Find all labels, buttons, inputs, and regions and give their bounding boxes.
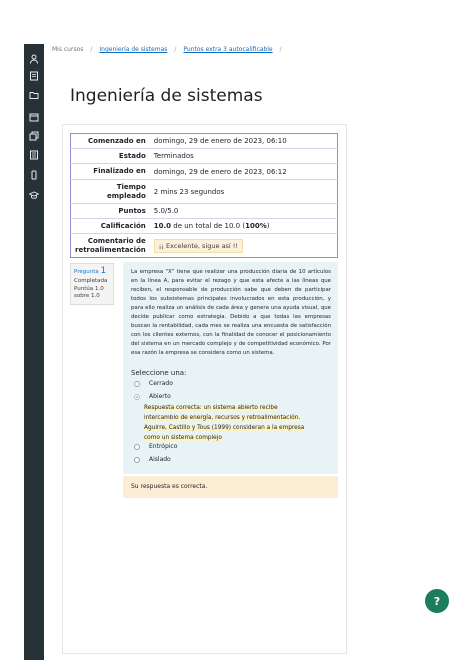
question-number: Pregunta 1 — [74, 267, 110, 277]
breadcrumb-home[interactable]: Mis cursos — [52, 46, 83, 53]
attempt-summary-table: Comenzado en domingo, 29 de enero de 202… — [70, 133, 338, 258]
grade-percent: 100% — [245, 222, 267, 230]
question-status: Completada — [74, 278, 108, 284]
breadcrumb-separator: / — [279, 46, 282, 53]
result-message: Su respuesta es correcta. — [123, 476, 338, 498]
summary-label: Estado — [70, 148, 150, 164]
question-score-line: Puntúa 1.0 — [74, 286, 104, 292]
question-text: La empresa “X” tiene que realizar una pr… — [131, 269, 331, 356]
user-graduate-icon[interactable] — [27, 52, 41, 66]
page-title: Ingeniería de sistemas — [70, 86, 263, 106]
radio-button[interactable] — [134, 456, 140, 463]
breadcrumb-separator: / — [174, 46, 177, 53]
feedback-box: ¡¡ Excelente, sigue así !! — [153, 238, 244, 253]
grade-text-end: ) — [266, 222, 270, 230]
summary-label-line: empleado — [107, 191, 146, 200]
summary-row-finished: Finalizado en domingo, 29 de enero de 20… — [70, 163, 338, 180]
folder-icon[interactable] — [27, 88, 41, 102]
grade-score: 10.0 — [153, 222, 172, 230]
answer-option-label: Entrópico — [149, 443, 178, 450]
summary-row-time: Tiempo empleado 2 mins 23 segundos — [70, 179, 338, 204]
left-sidebar — [24, 44, 44, 660]
answer-option-label: Cerrado — [149, 380, 173, 387]
radio-button[interactable] — [134, 380, 140, 387]
summary-value: ¡¡ Excelente, sigue así !! — [149, 233, 338, 258]
breadcrumb-course-link[interactable]: Ingeniería de sistemas — [99, 46, 167, 53]
summary-label: Calificación — [70, 218, 150, 234]
summary-label: Puntos — [70, 203, 150, 219]
answer-option[interactable]: Entrópico — [134, 443, 177, 450]
answer-option[interactable]: Aislado — [134, 456, 171, 463]
summary-row-grade: Calificación 10.0 de un total de 10.0 (1… — [70, 218, 338, 234]
summary-value: 10.0 de un total de 10.0 (100%) — [149, 218, 338, 234]
summary-row-started: Comenzado en domingo, 29 de enero de 202… — [71, 134, 338, 149]
breadcrumb-separator: / — [90, 46, 93, 53]
answer-option-label: Aislado — [149, 456, 171, 463]
breadcrumb: Mis cursos / Ingeniería de sistemas / Puntos… — [52, 46, 289, 53]
summary-label: Comenzado en — [88, 136, 146, 145]
select-one-prompt: Seleccione una: — [131, 369, 187, 377]
help-button[interactable]: ? — [425, 589, 449, 613]
grades-book-icon[interactable] — [27, 148, 41, 162]
mobile-icon[interactable] — [27, 168, 41, 182]
summary-row-state: Estado Terminados — [70, 148, 338, 164]
summary-label: Comentario de retroalimentación — [70, 233, 150, 258]
graduation-cap-icon[interactable] — [27, 188, 41, 202]
summary-value: 2 mins 23 segundos — [149, 179, 338, 204]
summary-row-feedback: Comentario de retroalimentación ¡¡ Excele… — [70, 233, 338, 258]
explanation-text: Respuesta correcta: un sistema abierto r… — [144, 405, 305, 441]
summary-row-points: Puntos 5.0/5.0 — [70, 203, 338, 219]
correct-answer-explanation: Respuesta correcta: un sistema abierto r… — [144, 403, 314, 443]
radio-button-checked[interactable] — [134, 393, 140, 400]
question-label: Pregunta — [74, 269, 99, 275]
answer-option-selected[interactable]: Abierto — [134, 393, 171, 400]
summary-label-line: Comentario de — [87, 236, 146, 245]
summary-label: Finalizado en — [70, 163, 150, 180]
summary-value: domingo, 29 de enero de 2023, 06:10 — [153, 137, 287, 145]
calendar-icon[interactable] — [27, 110, 41, 124]
question-content-box: La empresa “X” tiene que realizar una pr… — [123, 262, 338, 474]
grade-text: de un total de 10.0 ( — [171, 222, 246, 230]
summary-label: Tiempo empleado — [70, 179, 150, 204]
answer-option[interactable]: Cerrado — [134, 380, 173, 387]
question-info-panel: Pregunta 1 Completada Puntúa 1.0 sobre 1… — [70, 263, 114, 305]
question-number-value: 1 — [100, 266, 107, 276]
answer-option-label: Abierto — [149, 393, 171, 400]
summary-label-line: Tiempo — [116, 182, 146, 191]
course-book-icon[interactable] — [27, 69, 41, 83]
radio-button[interactable] — [134, 443, 140, 450]
summary-value: domingo, 29 de enero de 2023, 06:12 — [149, 163, 338, 180]
summary-value: 5.0/5.0 — [149, 203, 338, 219]
question-score-line: sobre 1.0 — [74, 293, 100, 299]
breadcrumb-quiz-link[interactable]: Puntos extra 3 autocalificable — [183, 46, 272, 53]
summary-label-line: retroalimentación — [75, 245, 146, 254]
summary-value: Terminados — [149, 148, 338, 164]
files-icon[interactable] — [27, 129, 41, 143]
